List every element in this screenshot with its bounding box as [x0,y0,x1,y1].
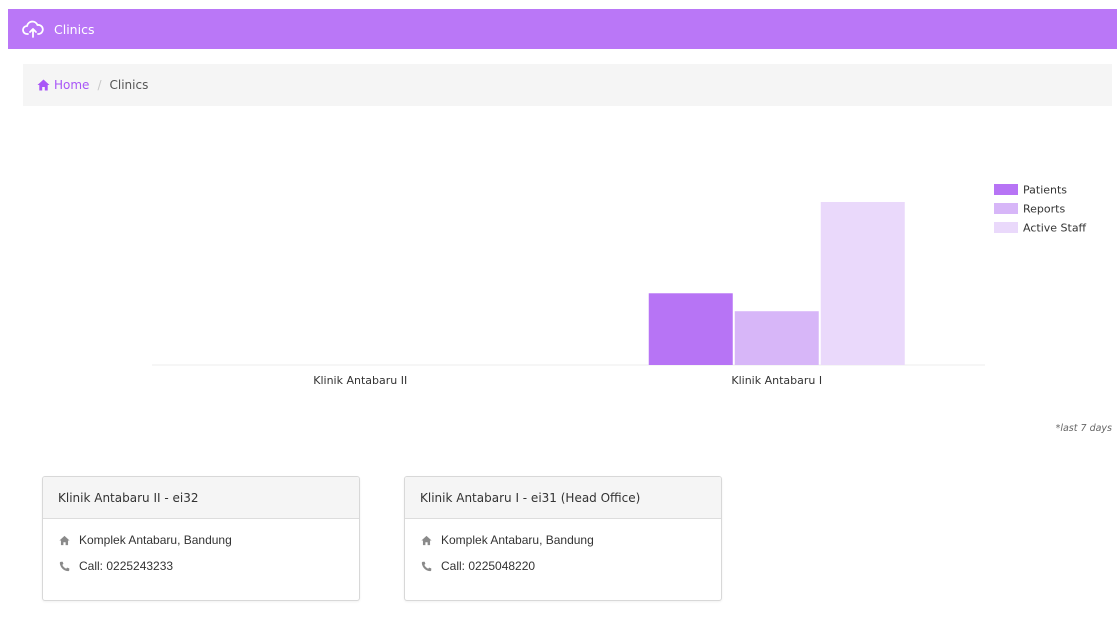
clinic-address-line: Komplek Antabaru, Bandung [421,533,705,547]
app-title[interactable]: Clinics [54,22,94,37]
top-navbar: Clinics [8,9,1117,49]
home-icon [421,535,432,546]
clinic-card: Klinik Antabaru I - ei31 (Head Office) K… [404,476,722,601]
clinic-card-title[interactable]: Klinik Antabaru II - ei32 [43,477,359,519]
clinic-phone[interactable]: Call: 0225048220 [441,559,535,573]
breadcrumb-current: Clinics [109,78,149,92]
chart-legend: Patients Reports Active Staff [994,184,1087,235]
bar-reports[interactable] [734,311,819,365]
cloud-upload-icon[interactable] [22,19,44,39]
legend-label[interactable]: Reports [1023,203,1065,216]
breadcrumb-home-link[interactable]: Home [37,78,89,92]
legend-label[interactable]: Active Staff [1023,222,1087,235]
clinic-phone-line: Call: 0225243233 [59,559,343,573]
clinic-card-title[interactable]: Klinik Antabaru I - ei31 (Head Office) [405,477,721,519]
breadcrumb-separator: / [97,78,102,92]
phone-icon [421,561,432,572]
x-tick-label: Klinik Antabaru II [313,374,407,387]
bar-patients[interactable] [648,293,733,365]
chart-footnote: *last 7 days [1055,423,1112,434]
chart-bars [648,202,905,365]
clinic-address: Komplek Antabaru, Bandung [79,533,232,547]
home-icon [37,79,50,91]
breadcrumb: Home / Clinics [23,64,1112,106]
chart-x-labels: Klinik Antabaru II Klinik Antabaru I [313,374,822,387]
legend-swatch[interactable] [994,184,1018,195]
clinic-card: Klinik Antabaru II - ei32 Komplek Antaba… [42,476,360,601]
x-tick-label: Klinik Antabaru I [731,374,822,387]
phone-icon [59,561,70,572]
clinic-activity-chart: Klinik Antabaru II Klinik Antabaru I Pati… [152,184,1087,387]
bar-active-staff[interactable] [820,202,905,365]
clinic-address-line: Komplek Antabaru, Bandung [59,533,343,547]
clinic-phone[interactable]: Call: 0225243233 [79,559,173,573]
home-icon [59,535,70,546]
legend-swatch[interactable] [994,203,1018,214]
clinic-address: Komplek Antabaru, Bandung [441,533,594,547]
clinic-phone-line: Call: 0225048220 [421,559,705,573]
legend-label[interactable]: Patients [1023,184,1067,197]
clinic-card-body: Komplek Antabaru, Bandung Call: 02252432… [43,519,359,573]
breadcrumb-home-label[interactable]: Home [54,78,89,92]
legend-swatch[interactable] [994,222,1018,233]
clinic-card-body: Komplek Antabaru, Bandung Call: 02250482… [405,519,721,573]
